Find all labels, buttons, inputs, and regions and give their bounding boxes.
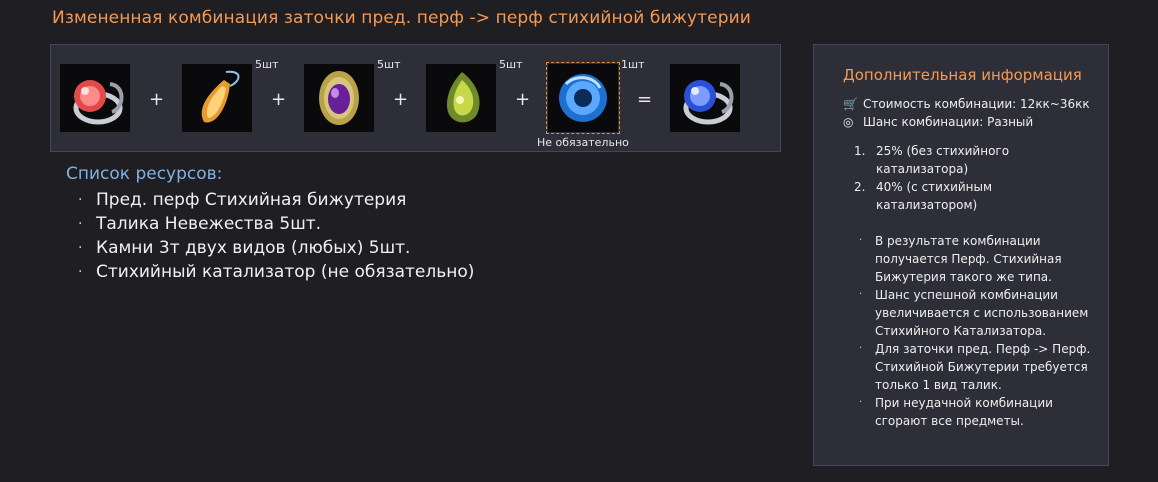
chance-row: ◎ Шанс комбинации: Разный [843,115,1033,129]
combination-panel: + 5шт + 5шт + 5шт + 1шт Не обязательно = [50,44,781,152]
info-title: Дополнительная информация [843,66,1082,84]
chance-list: 1. 25% (без стихийного катализатора) 2. 40… [854,142,1094,214]
quantity-label: 5шт [499,58,523,71]
info-panel: Дополнительная информация 🛒 Стоимость ко… [813,44,1109,466]
list-item: · Для заточки пред. Перф -> Перф. Стихийн… [859,340,1099,394]
cart-icon: 🛒 [843,97,858,111]
blue-catalyst-icon [559,74,607,122]
plus-sign: + [149,89,165,110]
resource-text: Талика Невежества 5шт. [96,214,322,234]
note-text: Для заточки пред. Перф -> Перф. Стихийно… [875,342,1091,392]
list-item: · Пред. перф Стихийная бижутерия [78,188,474,212]
bullet-icon: · [78,240,83,256]
chance-option: 25% (без стихийного катализатора) [876,144,1010,176]
bullet-icon: · [78,264,83,280]
plus-sign: + [271,89,287,110]
list-item: · Стихийный катализатор (не обязательно) [78,260,474,284]
quantity-label: 1шт [621,58,645,71]
red-gem-ring-icon [73,80,124,125]
plus-sign: + [515,89,531,110]
green-gem-icon [446,72,480,123]
plus-sign: + [393,89,409,110]
resources-title: Список ресурсов: [66,164,223,184]
list-item: · Талика Невежества 5шт. [78,212,474,236]
resource-text: Пред. перф Стихийная бижутерия [96,190,407,210]
bullet-icon: · [859,235,863,246]
quantity-label: 5шт [377,58,401,71]
list-item: · При неудачной комбинации сгорают все пр… [859,394,1099,430]
item-slot-purple-gem[interactable] [304,64,374,132]
page-title: Измененная комбинация заточки пред. перф… [52,8,751,28]
resources-list: · Пред. перф Стихийная бижутерия · Талика … [78,188,474,284]
item-slot-result-ring[interactable] [670,64,740,132]
target-icon: ◎ [843,115,854,129]
bullet-icon: · [859,289,863,300]
bullet-icon: · [859,397,863,408]
equals-sign: = [637,89,653,110]
item-slot-catalyst[interactable] [546,62,620,134]
note-text: Шанс успешной комбинации увеличивается с… [875,288,1089,338]
orange-talisman-icon [201,70,240,123]
quantity-label: 5шт [255,58,279,71]
cost-row: 🛒 Стоимость комбинации: 12кк~36кк [843,97,1090,111]
resource-text: Камни 3т двух видов (любых) 5шт. [96,238,411,258]
list-item: · Шанс успешной комбинации увеличивается … [859,286,1099,340]
item-slot-talisman[interactable] [182,64,252,132]
list-item: 2. 40% (с стихийным катализатором) [854,178,1094,214]
bullet-icon: · [859,343,863,354]
chance-option: 40% (с стихийным катализатором) [876,180,993,212]
notes-list: · В результате комбинации получается Перф… [859,232,1099,430]
blue-gem-ring-icon [683,80,734,125]
list-item: 1. 25% (без стихийного катализатора) [854,142,1094,178]
note-text: При неудачной комбинации сгорают все пре… [875,396,1053,428]
cost-text: Стоимость комбинации: 12кк~36кк [863,97,1090,111]
bullet-icon: · [78,192,83,208]
optional-label: Не обязательно [537,136,629,149]
note-text: В результате комбинации получается Перф.… [875,234,1062,284]
list-item: · Камни 3т двух видов (любых) 5шт. [78,236,474,260]
list-item: · В результате комбинации получается Перф… [859,232,1099,286]
purple-gem-icon [319,71,359,125]
item-slot-green-gem[interactable] [426,64,496,132]
chance-text: Шанс комбинации: Разный [863,115,1034,129]
item-slot-red-ring[interactable] [60,64,130,132]
bullet-icon: · [78,216,83,232]
resource-text: Стихийный катализатор (не обязательно) [96,262,475,282]
